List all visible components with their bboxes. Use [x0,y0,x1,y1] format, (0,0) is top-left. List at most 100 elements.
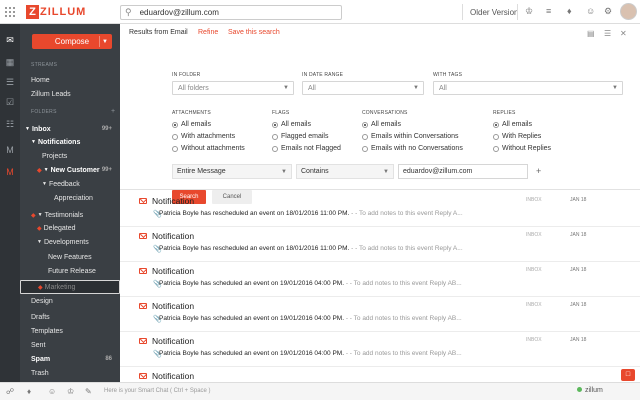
edit-icon[interactable]: ✎ [85,387,92,396]
close-icon[interactable]: ✕ [620,29,627,38]
flags-all-radio[interactable]: All emails [272,121,311,128]
reading-pane-icon[interactable]: ▤ [587,29,595,38]
chat-icon[interactable]: ☍ [6,387,14,396]
contacts-icon[interactable]: ♔ [67,387,74,396]
sidebar-item-design[interactable]: Design [20,295,120,307]
flags-flagged-radio[interactable]: Flagged emails [272,133,328,140]
contacts-book-icon[interactable]: ☷ [4,118,16,130]
envelope-icon [139,268,147,274]
add-folder-icon[interactable]: + [111,108,115,115]
user-status[interactable]: zillum [577,387,603,394]
sidebar-item-trash[interactable]: Trash [20,367,120,379]
add-condition-icon[interactable]: + [536,166,541,176]
compose-button[interactable]: Compose ▼ [32,34,112,49]
sidebar-item-projects[interactable]: Projects [20,150,120,162]
top-bar: Z ZILLUM ⚲ eduardov@zillum.com Older Ver… [0,0,640,24]
list-item[interactable]: Notification [120,367,640,382]
search-field-select[interactable]: Entire Message ▼ [172,164,292,179]
sidebar-item-drafts[interactable]: Drafts [20,311,120,323]
gmail-unread-icon[interactable]: M [4,166,16,178]
sidebar-item-testimonials[interactable]: ◆ ▼ Testimonials [20,209,120,221]
conversations-none-radio[interactable]: Emails with no Conversations [362,145,463,152]
replies-without-radio[interactable]: Without Replies [493,145,551,152]
envelope-icon [139,373,147,379]
conversations-within-radio[interactable]: Emails within Conversations [362,133,459,140]
gmail-icon[interactable]: M [4,144,16,156]
tasks-icon[interactable]: ☑ [4,96,16,108]
logo-text: ZILLUM [40,6,87,18]
avatar[interactable] [620,3,637,20]
sidebar-item-spam[interactable]: Spam 86 [20,353,120,365]
attachments-all-radio[interactable]: All emails [172,121,211,128]
attachments-label: ATTACHMENTS [172,110,211,116]
contacts-icon[interactable]: ♔ [525,6,533,17]
app-grid-icon[interactable] [5,7,15,17]
with-tags-label: WITH TAGS [433,72,463,78]
sidebar-item-delegated[interactable]: ◆ Delegated [20,222,120,234]
envelope-icon [139,198,147,204]
with-tags-select[interactable]: All ▼ [433,81,623,95]
flags-not-flagged-radio[interactable]: Emails not Flagged [272,145,341,152]
list-item[interactable]: Notification 📎 Patricia Boyle has schedu… [120,262,640,297]
older-version-link[interactable]: Older Version [470,8,518,17]
list-item[interactable]: Notification 📎 Patricia Boyle has resche… [120,227,640,262]
attachments-without-radio[interactable]: Without attachments [172,145,245,152]
mail-icon[interactable]: ✉ [4,34,16,46]
sidebar-item-feedback[interactable]: ▼ Feedback [20,178,120,190]
list-view-icon[interactable]: ☰ [604,29,611,38]
search-icon: ⚲ [125,7,132,17]
sidebar-item-inbox[interactable]: ▼ Inbox 99+ [20,123,120,135]
people-icon[interactable]: ☺ [48,387,56,396]
bell-icon[interactable]: ♦ [567,6,572,16]
settings-sliders-icon[interactable]: ≡ [546,6,551,16]
sidebar-item-appreciation[interactable]: Appreciation [20,192,120,204]
list-item[interactable]: Notification 📎 Patricia Boyle has schedu… [120,332,640,367]
flags-label: FLAGS [272,110,290,116]
results-title: Results from Email [129,29,188,36]
envelope-icon [139,233,147,239]
chevron-down-icon: ▼ [612,85,618,91]
chevron-down-icon: ▼ [383,168,389,175]
chevron-down-icon: ▼ [283,85,289,91]
attachments-with-radio[interactable]: With attachments [172,133,235,140]
sidebar-item-developments[interactable]: ▼ Developments [20,236,120,248]
replies-with-radio[interactable]: With Replies [493,133,541,140]
conversations-label: CONVERSATIONS [362,110,408,116]
global-search-input[interactable]: ⚲ eduardov@zillum.com [120,5,342,20]
notes-icon[interactable]: ☰ [4,76,16,88]
sidebar-item-zillum-leads[interactable]: Zillum Leads [20,88,120,100]
in-folder-select[interactable]: All folders ▼ [172,81,294,95]
app-icon-bar: ✉ ▦ ☰ ☑ ☷ M M [0,24,20,382]
search-value-input[interactable]: eduardov@zillum.com [398,164,528,179]
sidebar-item-home[interactable]: Home [20,74,120,86]
folders-heading: FOLDERS + [31,108,116,115]
people-icon[interactable]: ☺ [586,6,595,16]
refine-link[interactable]: Refine [198,29,218,36]
streams-heading: STREAMS [31,62,58,68]
conversations-all-radio[interactable]: All emails [362,121,401,128]
online-status-icon [577,387,582,392]
save-search-link[interactable]: Save this search [228,29,280,36]
compose-label: Compose [54,37,90,46]
date-range-select[interactable]: All ▼ [302,81,424,95]
sidebar-item-marketing[interactable]: ◆ Marketing [20,280,120,294]
chevron-down-icon[interactable]: ▼ [102,39,108,45]
sidebar-item-templates[interactable]: Templates [20,325,120,337]
sidebar-item-sent[interactable]: Sent [20,339,120,351]
bell-icon[interactable]: ♦ [27,387,31,396]
sidebar-item-notifications[interactable]: ▼ Notifications [20,136,120,148]
gear-icon[interactable]: ⚙ [604,6,612,17]
list-item[interactable]: Notification 📎 Patricia Boyle has resche… [120,192,640,227]
app-logo: Z ZILLUM [26,4,86,20]
sidebar-item-new-customer[interactable]: ◆ ▼ New Customer 99+ [20,164,120,176]
list-item[interactable]: Notification 📎 Patricia Boyle has schedu… [120,297,640,332]
calendar-icon[interactable]: ▦ [4,56,16,68]
smart-chat-input[interactable]: Here is your Smart Chat ( Ctrl + Space ) [104,388,211,394]
chevron-down-icon: ▼ [413,85,419,91]
replies-all-radio[interactable]: All emails [493,121,532,128]
sidebar-item-new-features[interactable]: New Features [20,251,120,263]
chat-bubble-icon[interactable]: □ [621,369,635,381]
search-operator-select[interactable]: Contains ▼ [296,164,394,179]
sidebar-item-future-release[interactable]: Future Release [20,265,120,277]
in-date-range-label: IN DATE RANGE [302,72,344,78]
